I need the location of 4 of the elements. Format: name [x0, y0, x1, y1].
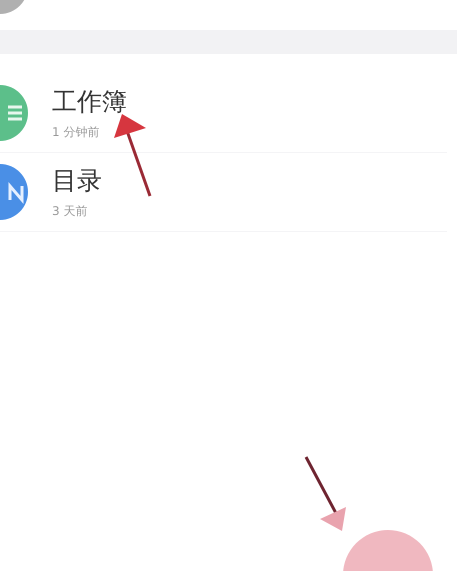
file-name[interactable]: 工作簿: [52, 85, 127, 118]
file-name[interactable]: 目录: [52, 164, 102, 197]
modified-time: 3 天前: [52, 203, 88, 220]
modified-time: 1 分钟前: [52, 124, 100, 141]
